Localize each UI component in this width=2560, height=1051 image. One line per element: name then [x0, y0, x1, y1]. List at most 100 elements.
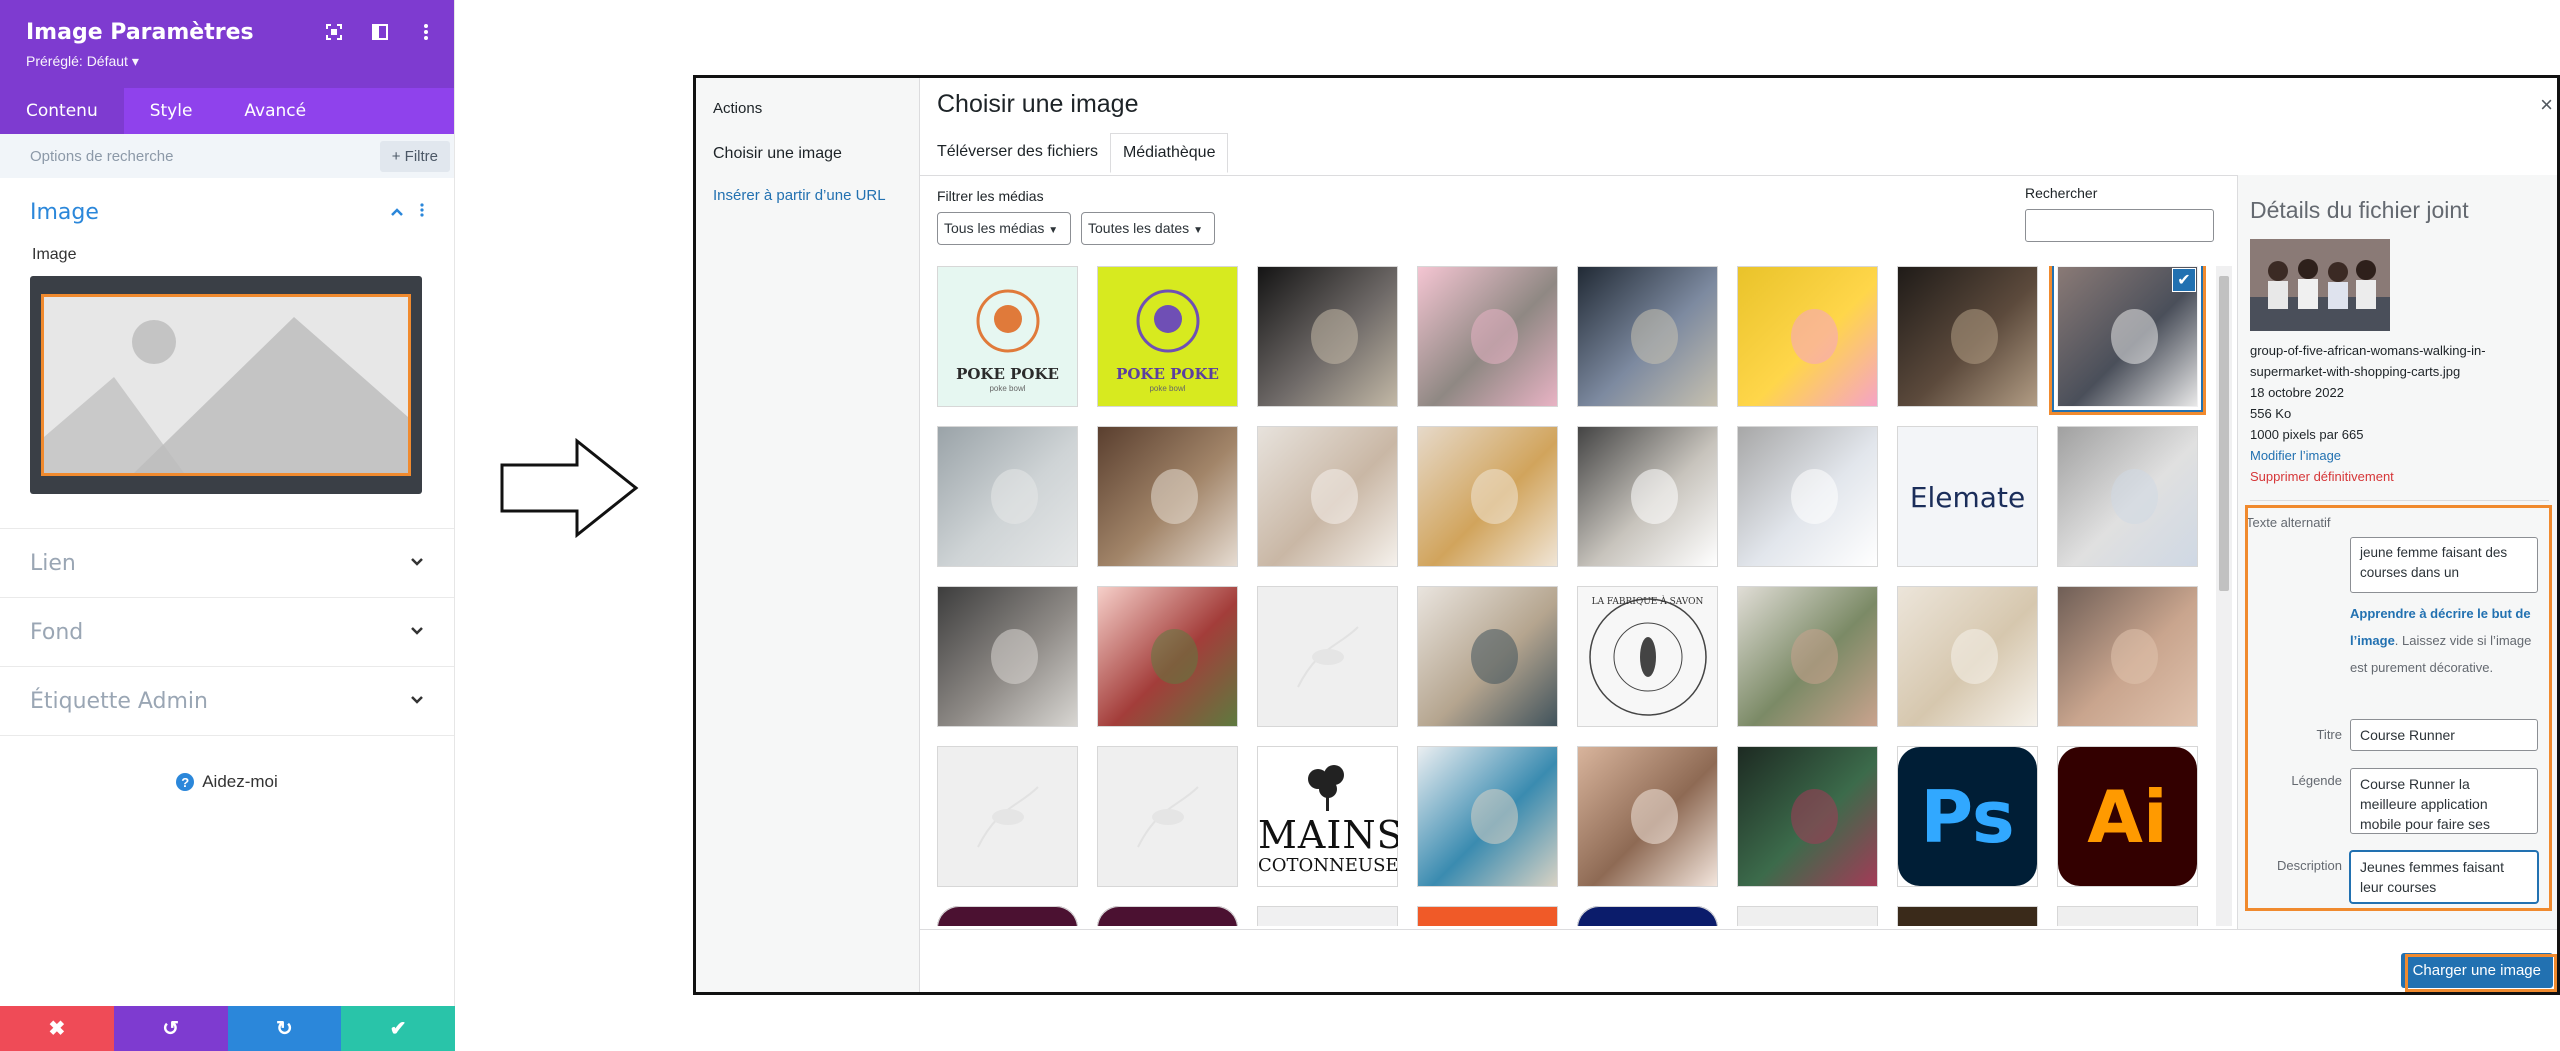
thumbnail-image: [1418, 427, 1557, 566]
media-date-select[interactable]: Toutes les dates ▼: [1081, 212, 1215, 245]
media-thumbnail[interactable]: [2057, 586, 2198, 727]
media-thumbnail[interactable]: [1257, 426, 1398, 567]
chevron-down-icon[interactable]: [410, 623, 424, 641]
media-thumbnail[interactable]: [1577, 266, 1718, 407]
media-thumbnail[interactable]: [1897, 266, 2038, 407]
close-button[interactable]: ✖: [0, 1006, 114, 1051]
chevron-down-icon[interactable]: [410, 554, 424, 572]
preset-selector[interactable]: Préréglé: Défaut ▾: [26, 53, 428, 70]
media-thumbnail[interactable]: [1737, 746, 1878, 887]
media-thumbnail[interactable]: LA FABRIQUE À SAVON: [1577, 586, 1718, 727]
media-thumbnail[interactable]: [937, 746, 1078, 887]
media-thumbnail[interactable]: [2057, 906, 2198, 926]
media-thumbnail[interactable]: [1577, 746, 1718, 887]
media-thumbnail[interactable]: [1737, 266, 1878, 407]
thumbnail-image: [1098, 427, 1237, 566]
thumbnail-image: [1418, 267, 1557, 406]
chevron-down-icon: ▼: [1048, 225, 1059, 236]
tab-content[interactable]: Contenu: [0, 88, 124, 134]
more-icon[interactable]: [416, 22, 436, 42]
seal-text: LA FABRIQUE À SAVON: [1591, 597, 1704, 607]
thumbnail-image: [1738, 267, 1877, 406]
media-thumbnail[interactable]: [1257, 266, 1398, 407]
options-search-input[interactable]: Options de recherche: [30, 148, 173, 165]
menu-insert-from-url[interactable]: Insérer à partir d’une URL: [696, 187, 919, 204]
chevron-down-icon[interactable]: [410, 692, 424, 710]
chevron-up-icon[interactable]: [390, 204, 404, 220]
media-thumbnail[interactable]: [1417, 426, 1558, 567]
media-thumbnail[interactable]: [1417, 586, 1558, 727]
tab-style[interactable]: Style: [124, 88, 219, 134]
layout-icon[interactable]: [370, 22, 390, 42]
media-grid-scrollbar[interactable]: [2216, 266, 2232, 926]
media-thumbnail[interactable]: Ai: [2057, 746, 2198, 887]
media-thumbnail[interactable]: [1897, 906, 2038, 926]
tab-upload-files[interactable]: Téléverser des fichiers: [937, 133, 1110, 173]
media-thumbnail[interactable]: [1737, 586, 1878, 727]
media-thumbnail[interactable]: Ps: [1897, 746, 2038, 887]
media-thumbnail[interactable]: [1417, 906, 1558, 926]
logo-text: POKE POKE: [956, 365, 1059, 383]
media-thumbnail[interactable]: [1577, 426, 1718, 567]
link-section[interactable]: Lien: [0, 529, 454, 598]
background-section[interactable]: Fond: [0, 598, 454, 667]
admin-label-section[interactable]: Étiquette Admin: [0, 667, 454, 736]
help-link[interactable]: ? Aidez-moi: [0, 772, 454, 792]
close-icon[interactable]: ×: [2540, 92, 2553, 118]
image-section-header[interactable]: Image: [30, 178, 424, 246]
image-placeholder-icon: [41, 294, 411, 476]
menu-choose-image[interactable]: Choisir une image: [696, 145, 919, 163]
media-grid: POKE POKE poke bowl POKE POKE poke bowl ✔ Ele…: [937, 266, 2212, 926]
media-thumbnail[interactable]: [2057, 426, 2198, 567]
media-thumbnail[interactable]: [1737, 426, 1878, 567]
media-thumbnail[interactable]: [1897, 586, 2038, 727]
logo-subtext: poke bowl: [1149, 384, 1186, 393]
thumbnail-image: POKE POKE poke bowl: [938, 267, 1077, 406]
thumbnail-image: Ai: [2058, 747, 2197, 886]
media-thumbnail[interactable]: [937, 426, 1078, 567]
media-thumbnail[interactable]: [1257, 906, 1398, 926]
media-thumbnail[interactable]: [1417, 746, 1558, 887]
media-thumbnail[interactable]: MAINS COTONNEUSE: [1257, 746, 1398, 887]
media-thumbnail[interactable]: [937, 586, 1078, 727]
section-more-icon[interactable]: [420, 202, 424, 222]
media-menu: Actions Choisir une image Insérer à part…: [696, 78, 920, 992]
media-thumbnail[interactable]: POKE POKE poke bowl: [937, 266, 1078, 407]
filter-button[interactable]: + Filtre: [379, 140, 450, 172]
search-input[interactable]: [2025, 209, 2214, 242]
selected-highlight-frame: [2049, 266, 2206, 415]
media-thumbnail[interactable]: [1257, 586, 1398, 727]
media-type-select[interactable]: Tous les médias ▼: [937, 212, 1071, 245]
thumbnail-image: POKE POKE poke bowl: [1098, 267, 1237, 406]
tab-advanced[interactable]: Avancé: [218, 88, 332, 134]
thumbnail-image: [1898, 587, 2037, 726]
redo-button[interactable]: ↻: [227, 1006, 342, 1051]
media-thumbnail[interactable]: [1097, 906, 1238, 926]
focus-icon[interactable]: [324, 22, 344, 42]
media-thumbnail[interactable]: [1097, 746, 1238, 887]
media-thumbnail[interactable]: [1577, 906, 1718, 926]
screenshot-stage: Image Paramètres Préréglé: Défaut ▾ Cont…: [0, 0, 2560, 1051]
details-filename: group-of-five-african-womans-walking-in-…: [2250, 343, 2486, 379]
media-thumbnail[interactable]: [1097, 586, 1238, 727]
media-thumbnail[interactable]: [1417, 266, 1558, 407]
delete-permanently-link[interactable]: Supprimer définitivement: [2250, 466, 2550, 487]
media-thumbnail[interactable]: Elemate: [1897, 426, 2038, 567]
thumbnail-subtext: COTONNEUSE: [1258, 855, 1398, 876]
details-meta: group-of-five-african-womans-walking-in-…: [2250, 340, 2550, 487]
attachment-details: Détails du fichier joint group-of-five-a…: [2237, 175, 2557, 992]
media-modal: Actions Choisir une image Insérer à part…: [693, 75, 2560, 995]
image-field-label: Image: [32, 246, 77, 263]
media-thumbnail[interactable]: [1097, 426, 1238, 567]
media-thumbnail[interactable]: [937, 906, 1078, 926]
edit-image-link[interactable]: Modifier l’image: [2250, 445, 2550, 466]
thumbnail-image: LA FABRIQUE À SAVON: [1578, 587, 1717, 726]
thumbnail-image: [1258, 427, 1397, 566]
media-thumbnail[interactable]: POKE POKE poke bowl: [1097, 266, 1238, 407]
thumbnail-image: [1738, 427, 1877, 566]
undo-button[interactable]: ↺: [113, 1006, 228, 1051]
image-upload-field[interactable]: [30, 276, 422, 494]
save-button[interactable]: ✔: [341, 1006, 455, 1051]
tab-media-library[interactable]: Médiathèque: [1109, 133, 1229, 173]
media-thumbnail[interactable]: [1737, 906, 1878, 926]
